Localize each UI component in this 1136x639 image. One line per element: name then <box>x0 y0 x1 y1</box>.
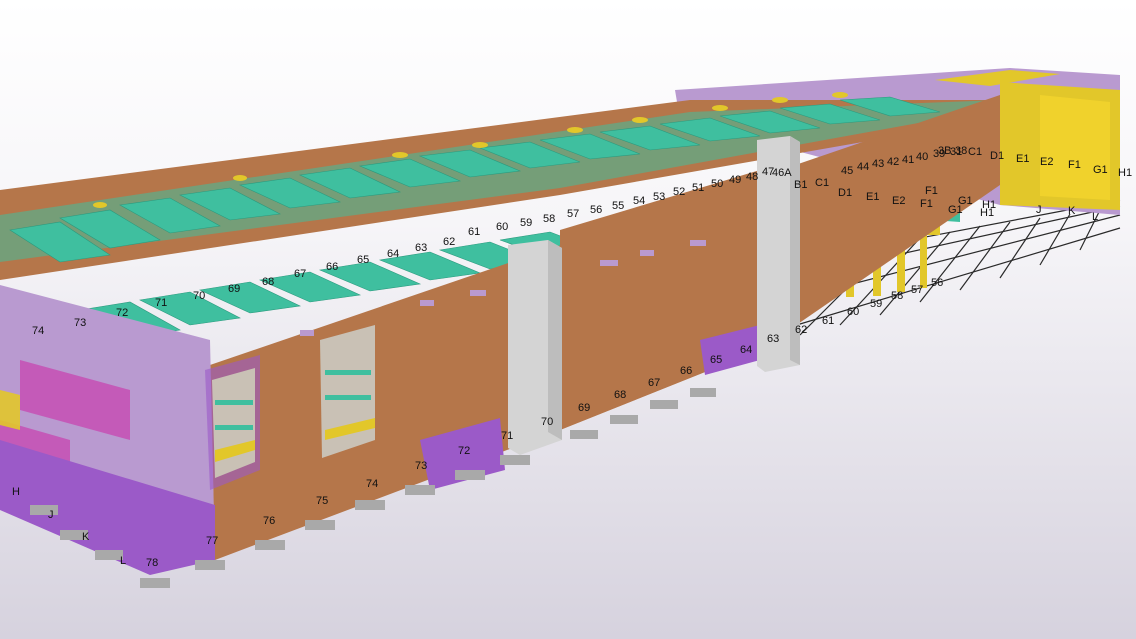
grid-label: 45 <box>841 165 854 177</box>
grid-label: 65 <box>357 254 370 266</box>
grid-label: 67 <box>648 377 661 389</box>
grid-label: D1 <box>838 187 853 199</box>
grid-label: 72 <box>116 307 129 319</box>
grid-label: 58 <box>543 213 556 225</box>
grid-label: 50 <box>711 178 724 190</box>
grid-label: B1 <box>794 179 808 191</box>
grid-label: 63 <box>415 242 428 254</box>
grid-label: 71 <box>501 430 514 442</box>
grid-label: 70 <box>541 416 554 428</box>
grid-label: 59 <box>520 217 533 229</box>
grid-label: 41 <box>902 154 915 166</box>
grid-label: 68 <box>262 276 275 288</box>
grid-label: 42 <box>887 156 900 168</box>
grid-label: 74 <box>366 478 379 490</box>
grid-label: 52 <box>673 186 686 198</box>
grid-label: H1 <box>1118 167 1133 179</box>
grid-label: 53 <box>653 191 666 203</box>
grid-label: F1 <box>920 198 933 210</box>
grid-label: C1 <box>968 146 983 158</box>
grid-label: 58 <box>891 290 904 302</box>
grid-label: 73 <box>74 317 87 329</box>
grid-label: E1 <box>866 191 880 203</box>
grid-label: G1 <box>958 195 973 207</box>
grid-label: 75 <box>316 495 329 507</box>
grid-label: 57 <box>567 208 580 220</box>
grid-label: 69 <box>578 402 591 414</box>
grid-label: E1 <box>1016 153 1030 165</box>
grid-label: 31 <box>950 146 963 158</box>
grid-label: 78 <box>146 557 159 569</box>
grid-label: H <box>12 486 20 498</box>
grid-label: 59 <box>870 298 883 310</box>
grid-label: 56 <box>931 277 944 289</box>
grid-label: L <box>1092 211 1099 223</box>
grid-label: 54 <box>633 195 646 207</box>
grid-label: 74 <box>32 325 45 337</box>
grid-label: 60 <box>847 306 860 318</box>
grid-label: E2 <box>892 195 906 207</box>
grid-label: 64 <box>387 248 400 260</box>
grid-label: 61 <box>822 315 835 327</box>
grid-label: 62 <box>795 324 808 336</box>
grid-label: J <box>1036 204 1042 216</box>
grid-label: 55 <box>612 200 625 212</box>
grid-label: F1 <box>925 185 938 197</box>
grid-label: 71 <box>155 297 168 309</box>
grid-label: 64 <box>740 344 753 356</box>
building-model-3d <box>0 0 1136 639</box>
grid-label: K <box>1068 205 1076 217</box>
grid-label: 46A <box>772 167 792 179</box>
grid-label: G1 <box>1093 164 1108 176</box>
grid-label: E2 <box>1040 156 1054 168</box>
grid-label: 49 <box>729 174 742 186</box>
grid-label: 63 <box>767 333 780 345</box>
grid-label: 72 <box>458 445 471 457</box>
grid-label: 44 <box>857 161 870 173</box>
grid-label: 51 <box>692 182 705 194</box>
grid-label: 76 <box>263 515 276 527</box>
grid-label: 48 <box>746 171 759 183</box>
grid-label: 62 <box>443 236 456 248</box>
model-viewport[interactable]: 61 60 59 58 57 56 55 54 53 52 51 50 49 4… <box>0 0 1136 639</box>
grid-label: 67 <box>294 268 307 280</box>
grid-label: D1 <box>990 150 1005 162</box>
grid-label: 56 <box>590 204 603 216</box>
grid-label: 40 <box>916 151 929 163</box>
grid-label: C1 <box>815 177 830 189</box>
grid-label: 60 <box>496 221 509 233</box>
grid-label: 43 <box>872 158 885 170</box>
grid-label: 69 <box>228 283 241 295</box>
grid-label: F1 <box>1068 159 1081 171</box>
grid-label: 57 <box>911 284 924 296</box>
grid-label: 77 <box>206 535 219 547</box>
grid-label: 70 <box>193 290 206 302</box>
grid-label: 65 <box>710 354 723 366</box>
grid-label: H1 <box>982 199 997 211</box>
grid-label: K <box>82 531 90 543</box>
grid-label: L <box>120 555 127 567</box>
grid-label: 66 <box>326 261 339 273</box>
grid-label: 68 <box>614 389 627 401</box>
grid-label: 73 <box>415 460 428 472</box>
grid-label: J <box>48 509 54 521</box>
grid-label: 61 <box>468 226 481 238</box>
grid-label: 66 <box>680 365 693 377</box>
